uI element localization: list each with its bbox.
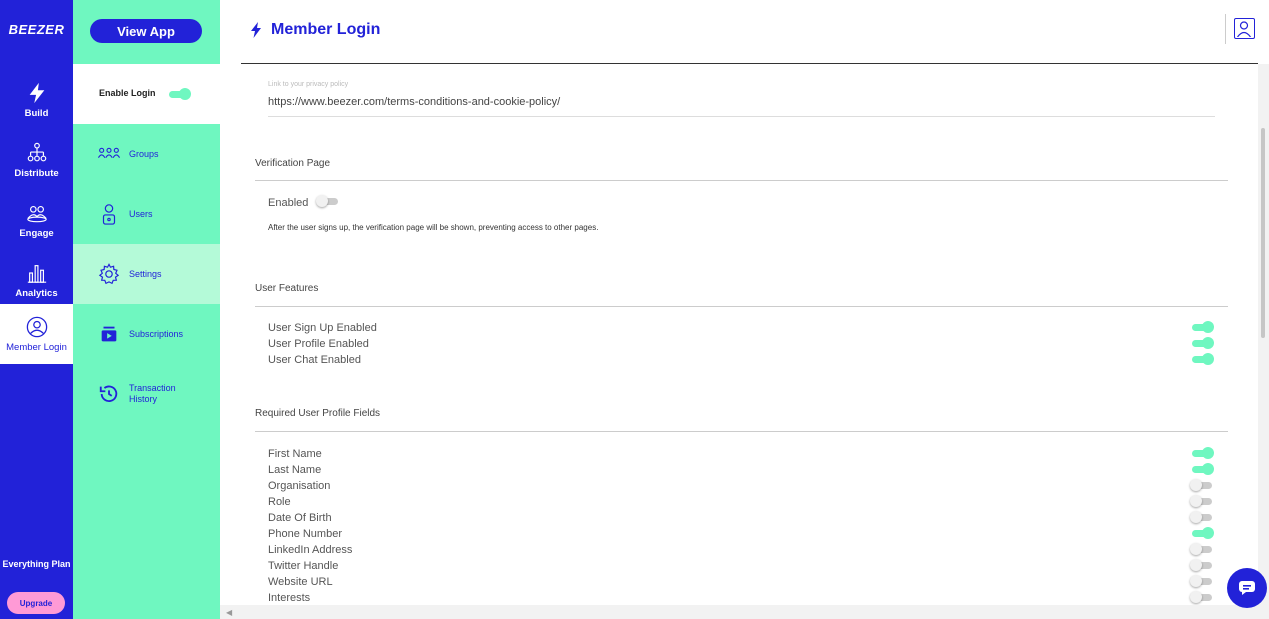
upgrade-button[interactable]: Upgrade [7,592,65,614]
role-toggle[interactable] [1190,495,1214,507]
page-header: Member Login [241,0,1258,64]
rail-item-member-login[interactable]: Member Login [0,304,73,364]
sidebar-item-users[interactable]: Users [73,184,220,244]
settings-content: Link to your privacy policy https://www.… [220,64,1257,605]
gear-icon [98,263,120,285]
organisation-toggle[interactable] [1190,479,1214,491]
sidebar-item-settings[interactable]: Settings [73,244,220,304]
verification-help-text: After the user signs up, the verificatio… [268,223,599,232]
bar-chart-icon [27,264,46,283]
website-url-toggle[interactable] [1190,575,1214,587]
enable-login-label: Enable Login [99,88,156,98]
sidebar-item-label: Subscriptions [129,328,184,339]
scrollbar-thumb[interactable] [1261,128,1265,338]
enable-login-row: Enable Login [73,64,220,124]
verification-enabled-label: Enabled [268,197,309,209]
chat-icon [1239,581,1255,595]
enable-login-toggle[interactable] [167,88,191,100]
header-divider [1225,14,1226,44]
groups-icon [98,147,120,158]
rail-item-distribute[interactable]: Distribute [0,130,73,190]
horizontal-scrollbar[interactable]: ◀ [220,605,1269,619]
hierarchy-icon [27,142,46,161]
twitter-handle-toggle[interactable] [1190,559,1214,571]
sidebar-item-subscriptions[interactable]: Subscriptions [73,304,220,364]
member-login-sidebar: View App Enable Login Groups Users Setti… [73,0,220,619]
field-label: Organisation [268,480,331,492]
sidebar-item-groups[interactable]: Groups [73,124,220,184]
rail-item-engage[interactable]: Engage [0,190,73,250]
last-name-toggle[interactable] [1190,463,1214,475]
rail-item-analytics[interactable]: Analytics [0,250,73,310]
date-of-birth-toggle[interactable] [1190,511,1214,523]
rail-item-label: Distribute [14,167,59,179]
field-label: Phone Number [268,528,342,540]
input-underline [268,116,1215,117]
section-title-required-fields: Required User Profile Fields [255,408,381,419]
subscriptions-icon [101,326,117,342]
user-profile-toggle[interactable] [1190,337,1214,349]
vertical-scrollbar[interactable] [1258,64,1269,605]
rail-item-label: Analytics [15,287,58,299]
beezer-logo[interactable]: BEEZER [0,22,73,37]
privacy-policy-label: Link to your privacy policy [268,81,349,88]
user-chat-toggle[interactable] [1190,353,1214,365]
history-icon [99,385,118,403]
bolt-icon [251,22,261,38]
field-label: Date Of Birth [268,512,332,524]
field-label: Last Name [268,464,322,476]
field-label: Interests [268,592,311,604]
account-button[interactable] [1234,18,1255,39]
privacy-policy-input[interactable]: https://www.beezer.com/terms-conditions-… [268,96,560,108]
rail-item-label: Member Login [6,341,67,353]
user-lock-icon [102,204,116,225]
feature-label: User Profile Enabled [268,338,369,350]
page-title: Member Login [271,21,381,38]
linkedin-address-toggle[interactable] [1190,543,1214,555]
scroll-left-icon[interactable]: ◀ [226,608,232,617]
verification-enabled-toggle[interactable] [316,195,340,207]
interests-toggle[interactable] [1190,591,1214,603]
sidebar-item-label: Transaction History [129,383,176,404]
phone-number-toggle[interactable] [1190,527,1214,539]
field-label: First Name [268,448,322,460]
field-label: Role [268,496,291,508]
field-label: LinkedIn Address [268,544,353,556]
user-sign-up-toggle[interactable] [1190,321,1214,333]
view-app-button[interactable]: View App [90,19,202,43]
section-divider [255,180,1228,181]
rail-item-label: Build [24,107,49,119]
rail-item-label: Engage [19,227,54,239]
field-label: Twitter Handle [268,560,339,572]
user-circle-icon [26,316,47,337]
sidebar-item-transaction-history[interactable]: Transaction History [73,364,220,424]
sidebar-top: View App [73,0,220,64]
section-title-user-features: User Features [255,283,319,294]
left-rail: BEEZER Build Distribute Engage Analytics… [0,0,73,619]
feature-label: User Chat Enabled [268,354,361,366]
feature-label: User Sign Up Enabled [268,322,377,334]
rail-item-build[interactable]: Build [0,70,73,130]
sidebar-item-label: Users [129,208,153,219]
bolt-icon [29,82,44,103]
main-panel: Member Login Link to your privacy policy… [220,0,1269,619]
first-name-toggle[interactable] [1190,447,1214,459]
sidebar-item-label: Groups [129,148,159,159]
section-title-verification: Verification Page [255,158,331,169]
plan-name: Everything Plan [2,559,71,569]
field-label: Website URL [268,576,333,588]
people-icon [26,205,47,222]
user-icon [1237,21,1251,38]
sidebar-item-label: Settings [129,268,162,279]
chat-button[interactable] [1227,568,1267,608]
section-divider [255,431,1228,432]
section-divider [255,306,1228,307]
